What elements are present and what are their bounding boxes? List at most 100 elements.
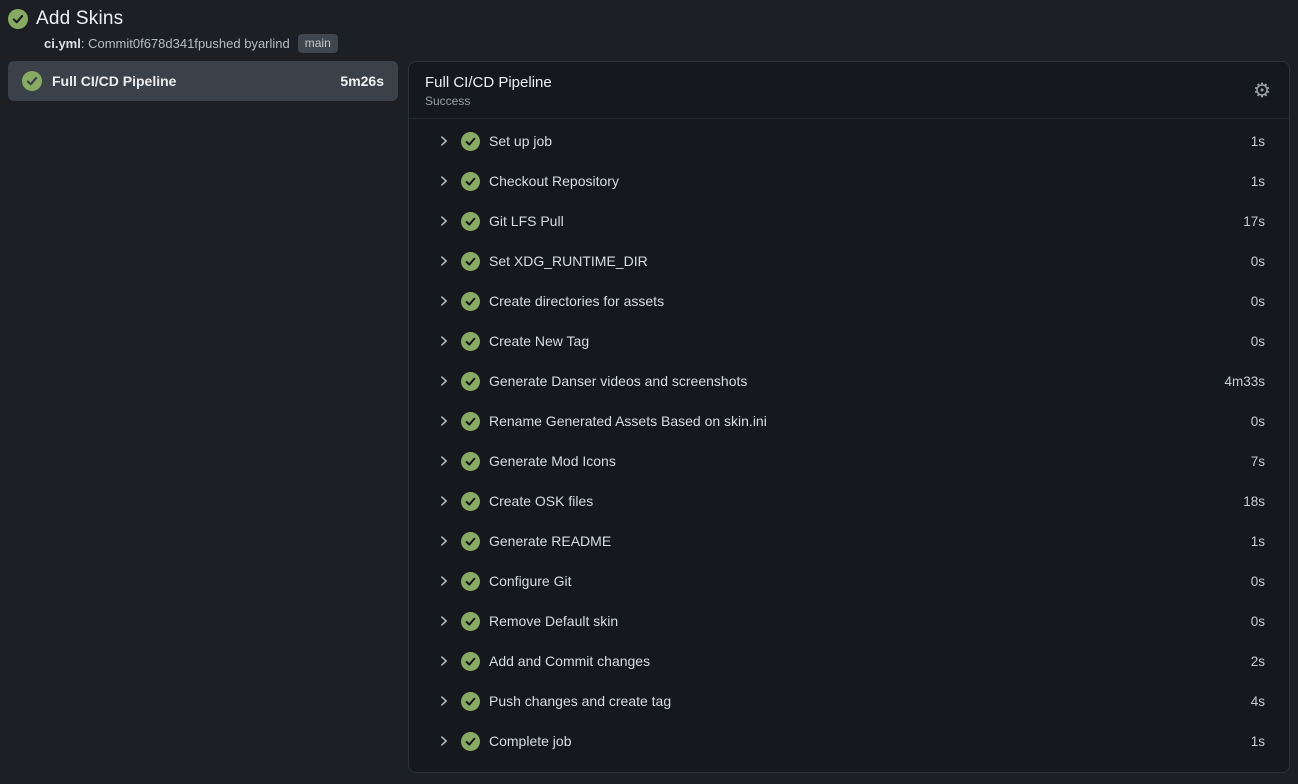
step-duration: 0s: [1251, 334, 1265, 349]
steps-list: Set up job 1s Checkout Repository 1s Git…: [409, 119, 1289, 761]
step-label: Rename Generated Assets Based on skin.in…: [489, 413, 767, 429]
step-status-success-icon: [461, 572, 480, 591]
step-row[interactable]: Generate README 1s: [409, 521, 1289, 561]
commit-author[interactable]: arlind: [258, 36, 290, 51]
step-status-success-icon: [461, 532, 480, 551]
chevron-right-icon: [437, 334, 451, 348]
step-duration: 1s: [1251, 174, 1265, 189]
step-row[interactable]: Generate Mod Icons 7s: [409, 441, 1289, 481]
chevron-right-icon: [437, 574, 451, 588]
chevron-right-icon: [437, 414, 451, 428]
chevron-right-icon: [437, 534, 451, 548]
step-status-success-icon: [461, 732, 480, 751]
step-label: Git LFS Pull: [489, 213, 564, 229]
step-status-success-icon: [461, 292, 480, 311]
step-label: Create directories for assets: [489, 293, 664, 309]
step-label: Remove Default skin: [489, 613, 618, 629]
job-detail-panel: Full CI/CD Pipeline Success ⚙ Set up job…: [408, 61, 1290, 773]
step-label: Configure Git: [489, 573, 571, 589]
step-status-success-icon: [461, 332, 480, 351]
step-duration: 7s: [1251, 454, 1265, 469]
step-duration: 0s: [1251, 294, 1265, 309]
step-duration: 1s: [1251, 134, 1265, 149]
step-status-success-icon: [461, 132, 480, 151]
step-duration: 4s: [1251, 694, 1265, 709]
step-status-success-icon: [461, 452, 480, 471]
chevron-right-icon: [437, 734, 451, 748]
chevron-right-icon: [437, 214, 451, 228]
step-label: Generate Danser videos and screenshots: [489, 373, 747, 389]
step-status-success-icon: [461, 252, 480, 271]
step-row[interactable]: Generate Danser videos and screenshots 4…: [409, 361, 1289, 401]
step-duration: 0s: [1251, 414, 1265, 429]
step-label: Set up job: [489, 133, 552, 149]
step-duration: 17s: [1243, 214, 1265, 229]
run-subtitle: ci.yml: Commit 0f678d341f pushed by arli…: [44, 34, 1288, 53]
run-title: Add Skins: [36, 8, 123, 30]
step-status-success-icon: [461, 172, 480, 191]
chevron-right-icon: [437, 294, 451, 308]
step-label: Generate Mod Icons: [489, 453, 616, 469]
branch-badge[interactable]: main: [298, 34, 338, 53]
chevron-right-icon: [437, 174, 451, 188]
job-duration: 5m26s: [340, 73, 384, 89]
step-duration: 2s: [1251, 654, 1265, 669]
step-row[interactable]: Configure Git 0s: [409, 561, 1289, 601]
step-status-success-icon: [461, 212, 480, 231]
chevron-right-icon: [437, 134, 451, 148]
step-duration: 1s: [1251, 734, 1265, 749]
step-label: Add and Commit changes: [489, 653, 650, 669]
chevron-right-icon: [437, 694, 451, 708]
step-row[interactable]: Create OSK files 18s: [409, 481, 1289, 521]
sidebar-job-full-pipeline[interactable]: Full CI/CD Pipeline 5m26s: [8, 61, 398, 101]
step-label: Create OSK files: [489, 493, 593, 509]
step-row[interactable]: Create directories for assets 0s: [409, 281, 1289, 321]
run-header: Add Skins ci.yml: Commit 0f678d341f push…: [0, 0, 1298, 53]
chevron-right-icon: [437, 374, 451, 388]
step-row[interactable]: Set up job 1s: [409, 121, 1289, 161]
step-status-success-icon: [461, 652, 480, 671]
step-row[interactable]: Add and Commit changes 2s: [409, 641, 1289, 681]
step-duration: 0s: [1251, 254, 1265, 269]
run-status-success-icon: [8, 9, 28, 29]
step-row[interactable]: Remove Default skin 0s: [409, 601, 1289, 641]
step-row[interactable]: Set XDG_RUNTIME_DIR 0s: [409, 241, 1289, 281]
commit-sha[interactable]: 0f678d341f: [133, 36, 198, 51]
step-row[interactable]: Checkout Repository 1s: [409, 161, 1289, 201]
chevron-right-icon: [437, 494, 451, 508]
step-duration: 0s: [1251, 574, 1265, 589]
job-panel-header: Full CI/CD Pipeline Success ⚙: [409, 62, 1289, 119]
step-status-success-icon: [461, 372, 480, 391]
commit-middle: pushed by: [198, 36, 258, 51]
job-panel-title: Full CI/CD Pipeline: [425, 74, 1273, 91]
step-row[interactable]: Push changes and create tag 4s: [409, 681, 1289, 721]
commit-prefix: : Commit: [81, 36, 133, 51]
step-label: Generate README: [489, 533, 611, 549]
step-status-success-icon: [461, 492, 480, 511]
step-label: Create New Tag: [489, 333, 589, 349]
step-duration: 4m33s: [1224, 374, 1265, 389]
jobs-sidebar: Full CI/CD Pipeline 5m26s: [8, 61, 398, 101]
job-name: Full CI/CD Pipeline: [52, 73, 176, 89]
chevron-right-icon: [437, 254, 451, 268]
job-panel-status: Success: [425, 94, 1273, 108]
step-duration: 0s: [1251, 614, 1265, 629]
step-row[interactable]: Complete job 1s: [409, 721, 1289, 761]
workflow-file-name: ci.yml: [44, 36, 81, 51]
step-status-success-icon: [461, 692, 480, 711]
step-row[interactable]: Git LFS Pull 17s: [409, 201, 1289, 241]
gear-icon[interactable]: ⚙: [1253, 80, 1271, 100]
job-status-success-icon: [22, 71, 42, 91]
step-status-success-icon: [461, 612, 480, 631]
chevron-right-icon: [437, 614, 451, 628]
step-label: Complete job: [489, 733, 572, 749]
step-duration: 1s: [1251, 534, 1265, 549]
step-status-success-icon: [461, 412, 480, 431]
step-duration: 18s: [1243, 494, 1265, 509]
step-label: Checkout Repository: [489, 173, 619, 189]
step-label: Set XDG_RUNTIME_DIR: [489, 253, 648, 269]
step-row[interactable]: Rename Generated Assets Based on skin.in…: [409, 401, 1289, 441]
step-label: Push changes and create tag: [489, 693, 671, 709]
step-row[interactable]: Create New Tag 0s: [409, 321, 1289, 361]
chevron-right-icon: [437, 454, 451, 468]
